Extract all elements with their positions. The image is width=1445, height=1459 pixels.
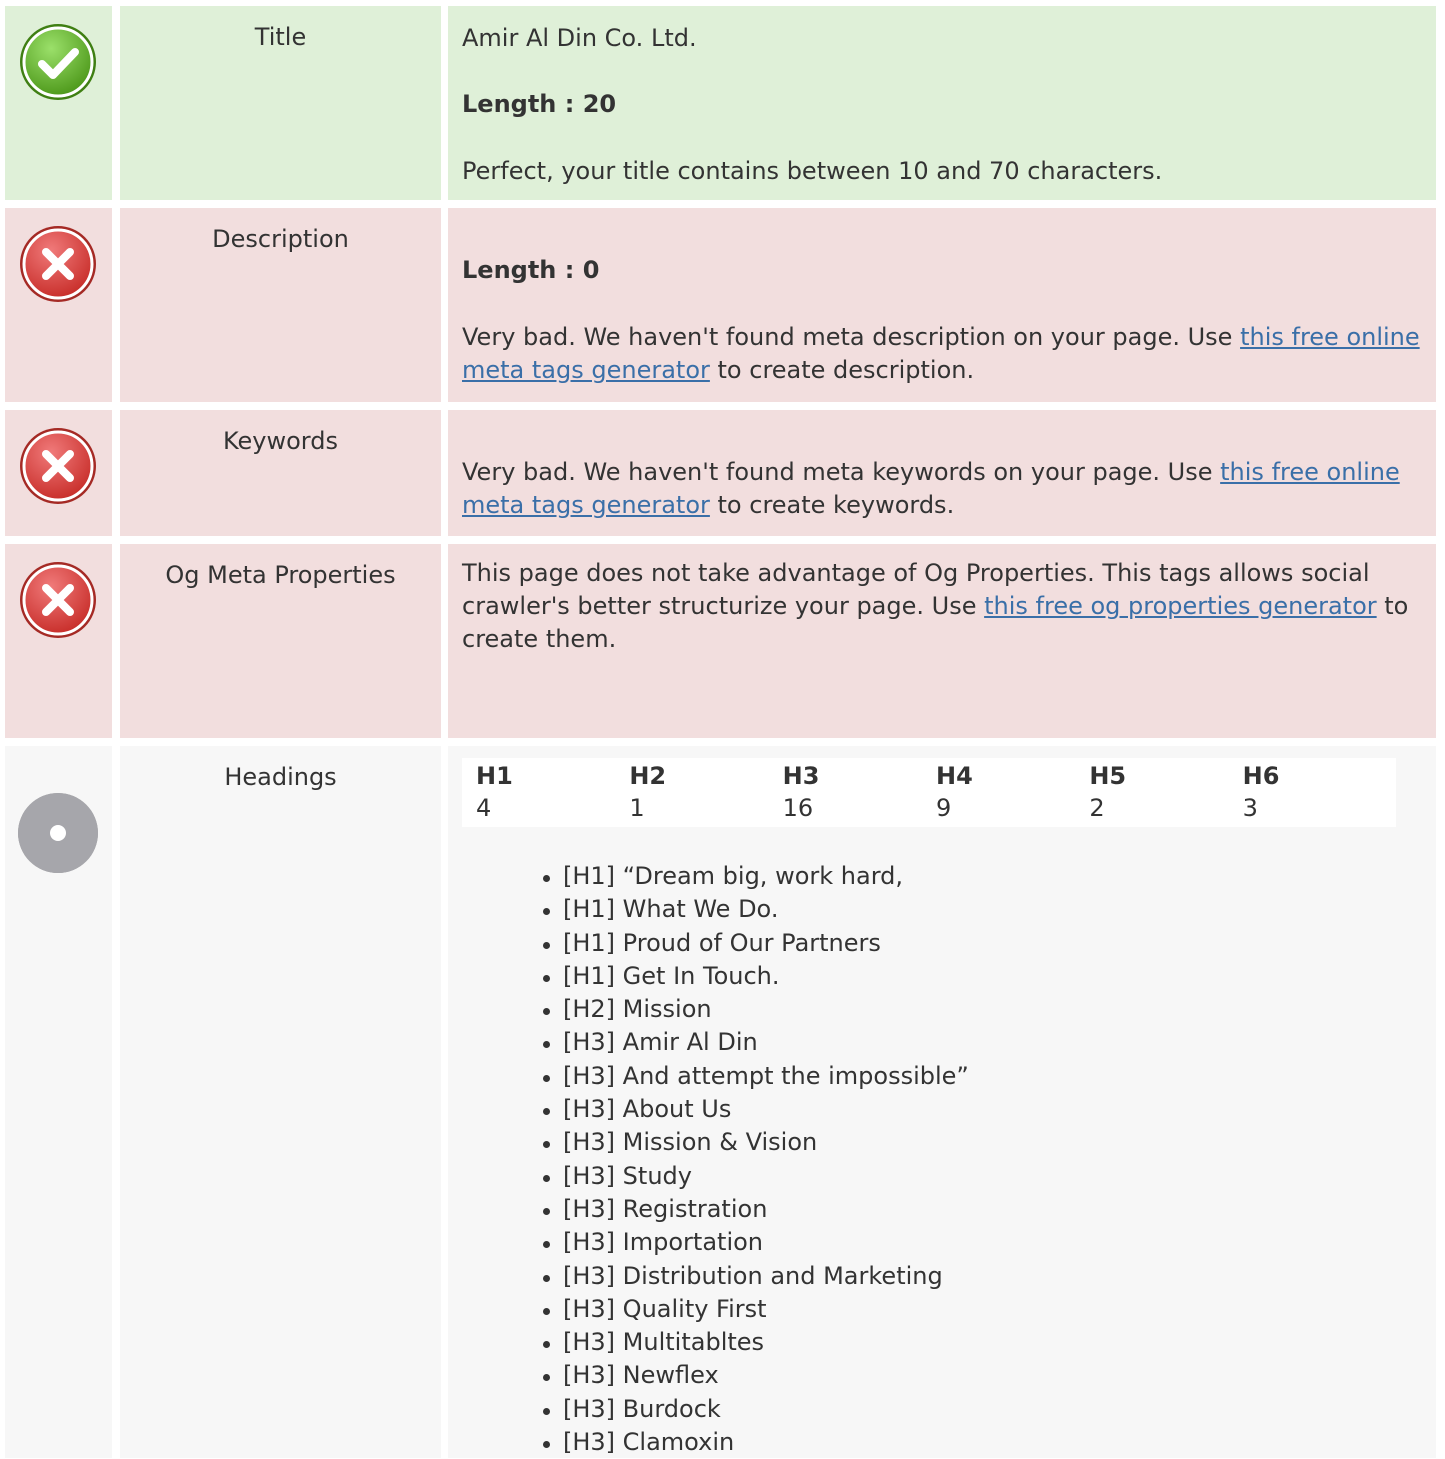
heading-count-h2: H2 1 — [629, 760, 782, 827]
row-label: Headings — [120, 746, 441, 1458]
list-item: [H1] Proud of Our Partners — [543, 927, 1422, 960]
list-item: [H3] Importation — [543, 1226, 1422, 1259]
keywords-message: Very bad. We haven't found meta keywords… — [462, 456, 1422, 522]
list-item: [H3] Distribution and Marketing — [543, 1260, 1422, 1293]
error-x-icon — [18, 560, 98, 640]
status-cell — [5, 410, 112, 536]
status-cell — [5, 208, 112, 402]
heading-count-h6: H6 3 — [1243, 760, 1396, 827]
heading-tag: H4 — [935, 762, 973, 790]
heading-tag: H1 — [476, 762, 513, 790]
list-item: [H3] Registration — [543, 1193, 1422, 1226]
keywords-message-before: Very bad. We haven't found meta keywords… — [462, 458, 1221, 486]
heading-count: 9 — [935, 794, 952, 822]
status-cell — [5, 544, 112, 738]
heading-tag: H6 — [1242, 762, 1280, 790]
row-content: Amir Al Din Co. Ltd. Length : 20 Perfect… — [448, 6, 1436, 200]
keywords-row: Keywords Very bad. We haven't found meta… — [5, 410, 1436, 536]
description-message: Very bad. We haven't found meta descript… — [462, 321, 1422, 387]
heading-count: 1 — [629, 794, 645, 822]
list-item: [H3] Newflex — [543, 1359, 1422, 1392]
row-label: Description — [120, 208, 441, 402]
heading-count-h1: H1 4 — [476, 760, 629, 827]
check-icon — [18, 22, 98, 102]
list-item: [H3] Multitabltes — [543, 1326, 1422, 1359]
title-row: Title Amir Al Din Co. Ltd. Length : 20 P… — [5, 6, 1436, 200]
row-content: This page does not take advantage of Og … — [448, 544, 1436, 738]
heading-count-h3: H3 16 — [783, 760, 936, 827]
heading-count-h5: H5 2 — [1089, 760, 1242, 827]
row-label: Og Meta Properties — [120, 544, 441, 738]
error-x-icon — [18, 426, 98, 506]
list-item: [H2] Mission — [543, 993, 1422, 1026]
list-item: [H3] Burdock — [543, 1393, 1422, 1426]
title-length: Length : 20 — [462, 90, 617, 118]
heading-count: 3 — [1242, 794, 1258, 822]
seo-report: Title Amir Al Din Co. Ltd. Length : 20 P… — [0, 0, 1445, 1458]
og-properties-generator-link[interactable]: this free og properties generator — [984, 592, 1377, 620]
headings-row: Headings H1 4 H2 1 H3 16 H4 9 H5 2 H6 3 … — [5, 746, 1436, 1458]
description-row: Description Length : 0 Very bad. We have… — [5, 208, 1436, 402]
list-item: [H3] Quality First — [543, 1293, 1422, 1326]
headings-list: [H1] “Dream big, work hard, [H1] What We… — [462, 860, 1422, 1459]
row-content: H1 4 H2 1 H3 16 H4 9 H5 2 H6 3 [H1] “Dre… — [448, 746, 1436, 1458]
status-cell — [5, 6, 112, 200]
heading-count: 4 — [476, 794, 492, 822]
heading-count: 16 — [782, 794, 814, 822]
heading-tag: H3 — [782, 762, 820, 790]
heading-count: 2 — [1089, 794, 1105, 822]
list-item: [H3] Mission & Vision — [543, 1126, 1422, 1159]
title-value: Amir Al Din Co. Ltd. — [462, 24, 697, 52]
keywords-message-after: to create keywords. — [709, 491, 955, 519]
list-item: [H3] Amir Al Din — [543, 1026, 1422, 1059]
list-item: [H1] Get In Touch. — [543, 960, 1422, 993]
og-message: This page does not take advantage of Og … — [462, 557, 1422, 656]
list-item: [H3] Study — [543, 1160, 1422, 1193]
list-item: [H1] What We Do. — [543, 893, 1422, 926]
list-item: [H3] Clamoxin — [543, 1426, 1422, 1459]
description-length: Length : 0 — [462, 256, 600, 284]
headings-count-table: H1 4 H2 1 H3 16 H4 9 H5 2 H6 3 — [462, 758, 1396, 827]
row-label: Title — [120, 6, 441, 200]
title-message: Perfect, your title contains between 10 … — [462, 157, 1163, 185]
heading-tag: H5 — [1089, 762, 1127, 790]
heading-tag: H2 — [629, 762, 667, 790]
og-properties-row: Og Meta Properties This page does not ta… — [5, 544, 1436, 738]
list-item: [H3] And attempt the impossible” — [543, 1060, 1422, 1093]
description-message-after: to create description. — [709, 356, 975, 384]
list-item: [H1] “Dream big, work hard, — [543, 860, 1422, 893]
heading-count-h4: H4 9 — [936, 760, 1089, 827]
status-cell — [5, 746, 112, 1458]
description-message-before: Very bad. We haven't found meta descript… — [462, 323, 1241, 351]
info-dot-icon — [18, 793, 98, 873]
row-content: Length : 0 Very bad. We haven't found me… — [448, 208, 1436, 402]
list-item: [H3] About Us — [543, 1093, 1422, 1126]
row-label: Keywords — [120, 410, 441, 536]
row-content: Very bad. We haven't found meta keywords… — [448, 410, 1436, 536]
error-x-icon — [18, 224, 98, 304]
